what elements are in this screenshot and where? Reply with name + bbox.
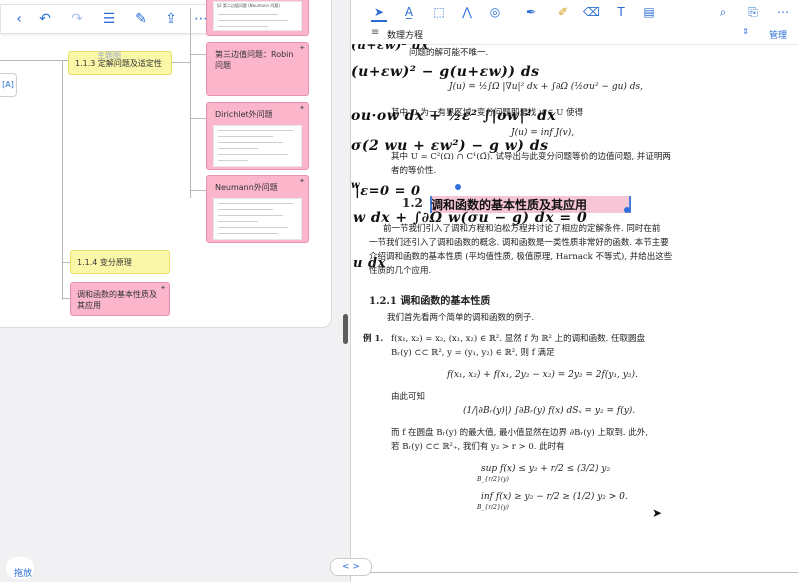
mindmap-node-1-1-3[interactable]: 主题图 1.1.3 定解问题及适定性 [68, 51, 172, 75]
node-label: Neumann外问题 [215, 183, 278, 192]
node-label: Dirichlet外问题 [215, 110, 273, 119]
pin-icon: ✦ [299, 177, 305, 185]
thumbnail-text: §2 第二边值问题 (Neumann 问题) [217, 3, 280, 8]
node-thumbnail [213, 198, 302, 240]
mindmap-node-dirichlet[interactable]: ✦ Dirichlet外问题 [206, 102, 309, 170]
highlighter-icon[interactable]: ✐ [555, 4, 571, 20]
handwritten-note[interactable]: u dx [353, 256, 386, 271]
example-label: 例 1. [363, 334, 384, 344]
doc-text: 者的等价性. [391, 166, 437, 176]
document-header: ≡ 数理方程 ⇕ 管理 [351, 24, 798, 45]
document-list-icon[interactable]: ≡ [371, 27, 379, 38]
doc-text: Bᵣ(y) ⊂⊂ ℝ², y = (y₁, y₂) ∈ ℝ², 则 f 满足 [391, 348, 555, 358]
scan-icon[interactable]: ▤ [641, 4, 657, 20]
node-watermark: 主题图 [97, 51, 121, 60]
formula-inf-subscript: B_{r/2}(y) [477, 504, 509, 511]
document-pane: ➤ A̲ ⬚ ⋀ ◎ ✒ ✐ ⌫ T ▤ ⌕ ⎘ ⋯ ≡ 数理方程 ⇕ 管理 问… [350, 0, 798, 582]
drag-label[interactable]: 拖放 [14, 566, 32, 579]
doc-text: 若 Bᵣ(y) ⊂⊂ ℝ²₊, 我们有 y₂ > r > 0. 此时有 [391, 442, 565, 452]
connector-main [62, 60, 63, 300]
mindmap-node-robin[interactable]: ✦ 第三边值问题：Robin问题 [206, 42, 309, 96]
share-icon[interactable]: ⇪ [161, 9, 181, 29]
undo-icon[interactable]: ↶ [35, 9, 55, 29]
pin-icon: ✦ [299, 104, 305, 112]
page-divider [370, 572, 798, 573]
more-icon[interactable]: ⋯ [775, 4, 791, 20]
select-icon[interactable]: ➤ [371, 4, 387, 22]
node-label: 1.1.4 变分原理 [77, 258, 132, 267]
document-title[interactable]: 数理方程 [387, 28, 423, 41]
doc-text: 一节我们还引入了调和函数的概念. 调和函数是一类性质非常好的函数. 本节主要 [369, 238, 669, 248]
formula-min: J(u) = inf J(v), [511, 128, 575, 138]
mindmap-pane: ‹ ↶ ↷ ☰ ✎ ⇪ ⋯ §2 第二边值问题 (Neumann 问题) 主题图… [0, 0, 340, 582]
redo-icon[interactable]: ↷ [67, 9, 87, 29]
subsection-title: 1.2.1 调和函数的基本性质 [369, 296, 491, 307]
pen-icon[interactable]: ✒ [523, 4, 539, 20]
mindmap-node-1-1-4[interactable]: 1.1.4 变分原理 [70, 250, 170, 274]
formula-j: J(u) = ½∫Ω |∇u|² dx + ∫∂Ω (½σu² − gu) ds… [449, 82, 644, 92]
mindmap-node-top[interactable]: §2 第二边值问题 (Neumann 问题) [206, 0, 309, 36]
textbox-icon[interactable]: T [613, 4, 629, 20]
formula-sup: sup f(x) ≤ y₂ + r/2 ≤ (3/2) y₂ [481, 464, 611, 474]
eraser-icon[interactable]: ⌫ [583, 4, 600, 20]
node-thumbnail [213, 125, 302, 167]
handwritten-note[interactable]: (u+εw)² dx [351, 44, 429, 52]
mindmap-canvas[interactable]: ‹ ↶ ↷ ☰ ✎ ⇪ ⋯ §2 第二边值问题 (Neumann 问题) 主题图… [0, 0, 332, 328]
crop-icon[interactable]: ⬚ [431, 4, 447, 20]
back-icon[interactable]: ‹ [9, 9, 29, 29]
connector [172, 62, 190, 63]
list-icon[interactable]: ☰ [99, 9, 119, 29]
split-view-handle[interactable] [343, 314, 348, 344]
connector [190, 118, 206, 119]
handwritten-note[interactable]: w dx + ∫∂Ω w(σu − g) dx = 0 [353, 210, 587, 226]
bookmark-icon[interactable]: ⎘ [745, 4, 761, 20]
formula-inf: inf f(x) ≥ y₂ − r/2 ≥ (1/2) y₂ > 0. [481, 492, 628, 502]
connector-branch [190, 8, 191, 198]
handwritten-note[interactable]: ou·ow dx + ½ε² ∫|ow|² dx [351, 108, 556, 124]
formula-eq1: f(x₁, x₂) + f(x₁, 2y₂ − x₂) = 2y₂ = 2f(y… [447, 370, 638, 380]
document-page[interactable]: 问题的解可能不唯一. J(u) = ½∫Ω |∇u|² dx + ∫∂Ω (½σ… [351, 44, 798, 574]
connector [62, 262, 70, 263]
handwritten-note[interactable]: σ(2 wu + εw²) − g w) ds [351, 138, 548, 154]
doc-text: 由此可知 [391, 392, 426, 402]
pin-icon: ✦ [160, 284, 166, 292]
annotation-toolbar: ➤ A̲ ⬚ ⋀ ◎ ✒ ✐ ⌫ T ▤ ⌕ ⎘ ⋯ [351, 0, 798, 24]
doc-text: 而 f 在圆盘 Bᵣ(y) 的最大值, 最小值显然在边界 ∂Bᵣ(y) 上取到.… [391, 428, 649, 438]
pin-icon: ✦ [299, 44, 305, 52]
connector [190, 190, 206, 191]
selection-handle-end[interactable] [624, 207, 630, 213]
doc-text: 介绍调和函数的基本性质 (平均值性质, 极值原理, Harnack 不等式), … [369, 252, 673, 262]
mindmap-node-harmonic[interactable]: ✦ 调和函数的基本性质及其应用 [70, 282, 170, 316]
side-panel-handle[interactable]: [A] [0, 73, 17, 97]
mouse-cursor-icon: ➤ [652, 506, 663, 520]
edit-icon[interactable]: ✎ [131, 9, 151, 29]
formula-sup-subscript: B_{r/2}(y) [477, 476, 509, 483]
manage-button[interactable]: 管理 [769, 28, 787, 41]
node-label: 第三边值问题：Robin问题 [215, 50, 294, 70]
mindmap-node-neumann[interactable]: ✦ Neumann外问题 [206, 175, 309, 243]
chart-icon[interactable]: ⋀ [459, 4, 475, 20]
mindmap-toolbar: ‹ ↶ ↷ ☰ ✎ ⇪ ⋯ [0, 4, 222, 34]
handwritten-note[interactable]: |ε=0 = 0 [355, 184, 421, 199]
connector [0, 60, 68, 61]
connector [190, 54, 206, 55]
selection-handle-start[interactable] [455, 184, 461, 190]
page-nav-button[interactable]: < > [330, 558, 372, 576]
formula-eq2: (1/|∂Bᵣ(y)|) ∫∂Bᵣ(y) f(x) dSₓ = y₂ = f(y… [463, 406, 636, 416]
connector [62, 298, 70, 299]
node-label: 调和函数的基本性质及其应用 [77, 290, 157, 310]
shape-icon[interactable]: ◎ [487, 4, 503, 20]
doc-text: f(x₁, x₂) = x₂, (x₁, x₂) ∈ ℝ². 显然 f 为 ℝ²… [391, 334, 646, 344]
node-thumbnail: §2 第二边值问题 (Neumann 问题) [213, 1, 302, 31]
text-icon[interactable]: A̲ [401, 4, 417, 20]
handwritten-note[interactable]: (u+εw)² − g(u+εw)) ds [351, 64, 540, 80]
search-icon[interactable]: ⌕ [715, 4, 731, 20]
sort-icon[interactable]: ⇕ [742, 27, 749, 36]
doc-text: 我们首先看两个简单的调和函数的例子. [387, 313, 535, 323]
